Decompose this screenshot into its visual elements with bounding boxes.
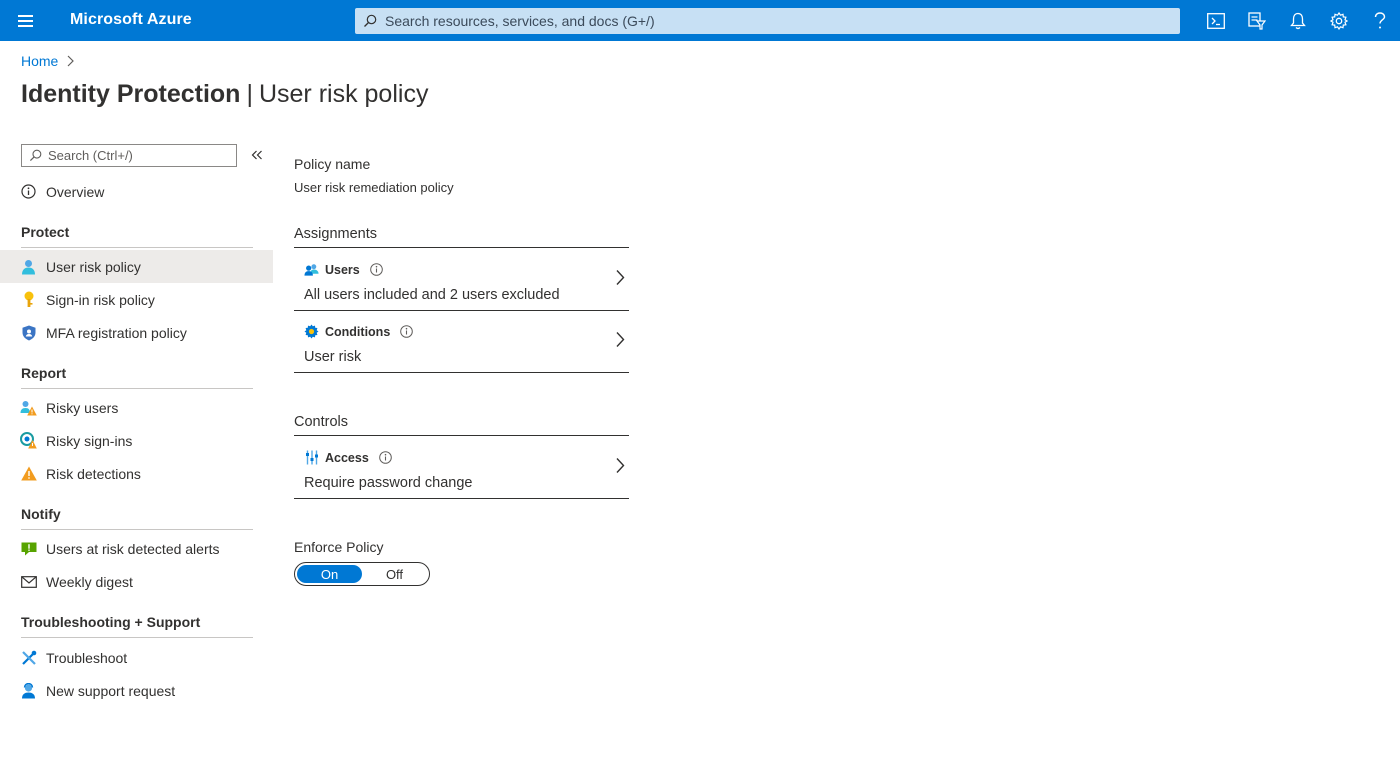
- nav-item-weekly-digest[interactable]: Weekly digest: [0, 565, 273, 598]
- conditions-assignment[interactable]: Conditions User risk: [294, 311, 629, 373]
- toggle-off-option[interactable]: Off: [362, 565, 427, 583]
- nav-item-label: Sign-in risk policy: [46, 291, 155, 308]
- nav-header-protect: Protect: [21, 224, 253, 248]
- shield-icon: [20, 324, 37, 341]
- brand-title[interactable]: Microsoft Azure: [70, 11, 192, 29]
- risky-sign-ins-icon: [20, 432, 37, 449]
- alert-message-icon: [20, 540, 37, 557]
- nav-item-risky-sign-ins[interactable]: Risky sign-ins: [0, 424, 273, 457]
- directory-filter-icon[interactable]: [1236, 0, 1277, 41]
- nav-item-overview[interactable]: Overview: [0, 175, 273, 208]
- enforce-policy-toggle[interactable]: On Off: [294, 562, 430, 586]
- user-icon: [20, 258, 37, 275]
- enforce-policy-label: Enforce Policy: [294, 539, 384, 555]
- page-title-sub: User risk policy: [258, 80, 429, 108]
- top-bar: Microsoft Azure: [0, 0, 1400, 41]
- nav-item-label: Risk detections: [46, 465, 141, 482]
- policy-name-value: User risk remediation policy: [294, 180, 454, 195]
- controls-header: Controls: [294, 414, 629, 436]
- conditions-gear-icon: [304, 324, 319, 339]
- chevron-right-icon: [613, 455, 627, 475]
- nav-item-mfa-registration-policy[interactable]: MFA registration policy: [0, 316, 273, 349]
- notifications-icon[interactable]: [1277, 0, 1318, 41]
- conditions-description: User risk: [304, 349, 362, 365]
- chevron-right-icon: [613, 329, 627, 349]
- page-title-separator: |: [246, 80, 253, 108]
- wrench-icon: [20, 649, 37, 666]
- nav-item-troubleshoot[interactable]: Troubleshoot: [0, 641, 273, 674]
- collapse-nav-icon[interactable]: [248, 146, 266, 164]
- nav-item-risk-detections[interactable]: Risk detections: [0, 457, 273, 490]
- info-icon[interactable]: [400, 325, 414, 338]
- access-sliders-icon: [304, 450, 319, 465]
- risky-users-icon: [20, 399, 37, 416]
- policy-name-label: Policy name: [294, 156, 371, 172]
- info-circle-icon: [20, 183, 37, 200]
- mail-icon: [20, 573, 37, 590]
- page-title-main: Identity Protection: [21, 80, 241, 108]
- users-title: Users: [325, 262, 360, 277]
- nav-item-new-support-request[interactable]: New support request: [0, 674, 273, 707]
- breadcrumb: Home: [21, 53, 75, 69]
- users-description: All users included and 2 users excluded: [304, 287, 560, 303]
- global-search-input[interactable]: [385, 13, 1165, 29]
- nav-header-report: Report: [21, 365, 253, 389]
- page-title: Identity Protection | User risk policy: [21, 80, 428, 109]
- breadcrumb-home[interactable]: Home: [21, 53, 58, 69]
- access-title: Access: [325, 450, 369, 465]
- nav-item-label: User risk policy: [46, 258, 141, 275]
- nav-item-label: Risky users: [46, 399, 119, 416]
- nav-item-user-risk-policy[interactable]: User risk policy: [0, 250, 273, 283]
- access-control[interactable]: Access Require password change: [294, 437, 629, 499]
- chevron-right-icon: [613, 267, 627, 287]
- nav-item-label: Troubleshoot: [46, 649, 128, 666]
- conditions-title: Conditions: [325, 324, 391, 339]
- nav-item-label: Users at risk detected alerts: [46, 540, 220, 557]
- toggle-on-option[interactable]: On: [297, 565, 362, 583]
- cloud-shell-icon[interactable]: [1195, 0, 1236, 41]
- nav-item-sign-in-risk-policy[interactable]: Sign-in risk policy: [0, 283, 273, 316]
- nav-header-support: Troubleshooting + Support: [21, 614, 253, 638]
- users-assignment[interactable]: Users All users included and 2 users exc…: [294, 249, 629, 311]
- chevron-right-icon: [67, 55, 75, 67]
- settings-icon[interactable]: [1318, 0, 1359, 41]
- nav-item-label: New support request: [46, 682, 176, 699]
- assignments-header: Assignments: [294, 226, 629, 248]
- nav-search-input[interactable]: [48, 148, 228, 163]
- menu-icon[interactable]: [0, 0, 50, 41]
- global-search[interactable]: [355, 8, 1180, 34]
- top-icons: [1195, 0, 1400, 41]
- access-description: Require password change: [304, 475, 473, 491]
- nav-search[interactable]: [21, 144, 237, 167]
- support-person-icon: [20, 682, 37, 699]
- warning-icon: [20, 465, 37, 482]
- nav-item-label: Weekly digest: [46, 573, 133, 590]
- search-icon: [355, 14, 385, 28]
- nav-item-label: MFA registration policy: [46, 324, 187, 341]
- nav-item-label: Overview: [46, 183, 105, 200]
- search-icon: [22, 149, 48, 162]
- nav-item-risky-users[interactable]: Risky users: [0, 391, 273, 424]
- nav-item-label: Risky sign-ins: [46, 432, 133, 449]
- nav-item-users-at-risk-alerts[interactable]: Users at risk detected alerts: [0, 532, 273, 565]
- info-icon[interactable]: [369, 263, 383, 276]
- key-icon: [20, 291, 37, 308]
- nav-header-notify: Notify: [21, 506, 253, 530]
- help-icon[interactable]: [1359, 0, 1400, 41]
- info-icon[interactable]: [378, 451, 392, 464]
- users-icon: [304, 262, 319, 277]
